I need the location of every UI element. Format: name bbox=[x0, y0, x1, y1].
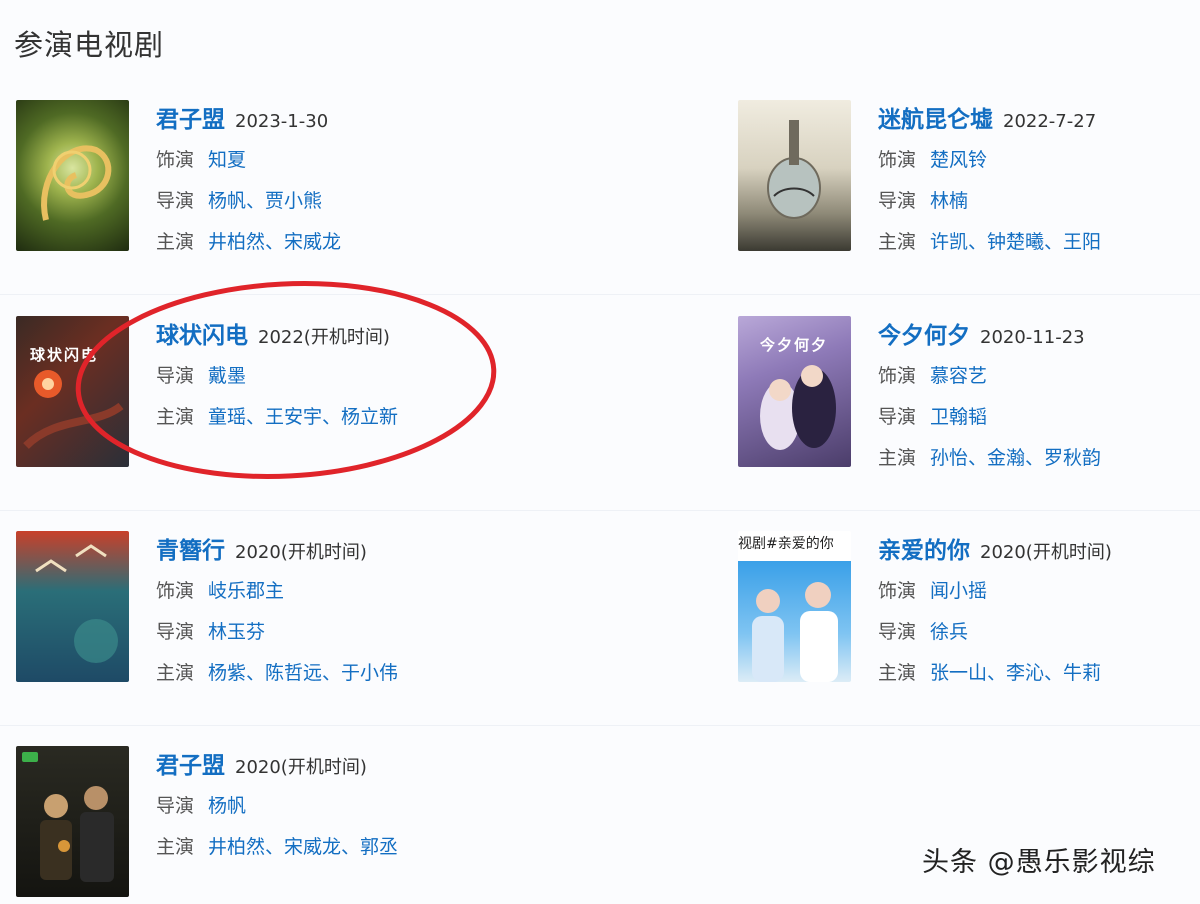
poster-qiuzhuang-shandian[interactable]: 球状闪电 bbox=[16, 316, 129, 467]
director-label: 导演 bbox=[156, 190, 195, 212]
role-value[interactable]: 慕容艺 bbox=[930, 365, 987, 387]
cast-label: 主演 bbox=[878, 662, 917, 684]
director-value[interactable]: 林楠 bbox=[930, 190, 968, 212]
poster-mihang-kunlunxu[interactable] bbox=[738, 100, 851, 251]
director-value[interactable]: 徐兵 bbox=[930, 621, 968, 643]
director-label: 导演 bbox=[156, 365, 195, 387]
work-title[interactable]: 青簪行 bbox=[156, 538, 225, 564]
cast-label: 主演 bbox=[156, 662, 195, 684]
cast-value[interactable]: 井柏然、宋威龙 bbox=[208, 231, 341, 253]
role-label: 饰演 bbox=[878, 580, 917, 602]
poster-title-text: 今夕何夕 bbox=[760, 336, 829, 354]
role-value[interactable]: 知夏 bbox=[208, 149, 246, 171]
role-value[interactable]: 闻小摇 bbox=[930, 580, 987, 602]
poster-junzimeng-2023[interactable] bbox=[16, 100, 129, 251]
work-date: 2023-1-30 bbox=[235, 111, 329, 132]
row-divider bbox=[0, 510, 1200, 511]
cast-value[interactable]: 杨紫、陈哲远、于小伟 bbox=[208, 662, 398, 684]
director-label: 导演 bbox=[878, 190, 917, 212]
work-title[interactable]: 君子盟 bbox=[156, 753, 225, 779]
cast-value[interactable]: 张一山、李沁、牛莉 bbox=[930, 662, 1101, 684]
work-date: 2020(开机时间) bbox=[235, 757, 367, 778]
role-value[interactable]: 楚风铃 bbox=[930, 149, 987, 171]
poster-caption: 视剧#亲爱的你 bbox=[738, 531, 851, 557]
cast-label: 主演 bbox=[878, 231, 917, 253]
director-label: 导演 bbox=[878, 621, 917, 643]
row-divider bbox=[0, 725, 1200, 726]
cast-value[interactable]: 井柏然、宋威龙、郭丞 bbox=[208, 836, 398, 858]
cast-label: 主演 bbox=[156, 406, 195, 428]
director-label: 导演 bbox=[156, 621, 195, 643]
director-label: 导演 bbox=[156, 795, 195, 817]
director-value[interactable]: 杨帆、贾小熊 bbox=[208, 190, 322, 212]
director-label: 导演 bbox=[878, 406, 917, 428]
director-value[interactable]: 杨帆 bbox=[208, 795, 246, 817]
section-title: 参演电视剧 bbox=[14, 28, 165, 62]
role-label: 饰演 bbox=[156, 580, 195, 602]
work-title[interactable]: 亲爱的你 bbox=[878, 538, 970, 564]
cast-value[interactable]: 孙怡、金瀚、罗秋韵 bbox=[930, 447, 1101, 469]
work-date: 2020(开机时间) bbox=[235, 542, 367, 563]
role-label: 饰演 bbox=[156, 149, 195, 171]
work-title[interactable]: 迷航昆仑墟 bbox=[878, 107, 993, 133]
role-label: 饰演 bbox=[878, 149, 917, 171]
director-value[interactable]: 林玉芬 bbox=[208, 621, 265, 643]
cast-value[interactable]: 童瑶、王安宇、杨立新 bbox=[208, 406, 398, 428]
director-value[interactable]: 卫翰韬 bbox=[930, 406, 987, 428]
watermark-text: 头条 @愚乐影视综 bbox=[922, 847, 1156, 878]
row-divider bbox=[0, 294, 1200, 295]
poster-jinxi-hexi[interactable]: 今夕何夕 bbox=[738, 316, 851, 467]
cast-label: 主演 bbox=[878, 447, 917, 469]
work-date: 2020(开机时间) bbox=[980, 542, 1112, 563]
cast-label: 主演 bbox=[156, 836, 195, 858]
poster-title-text: 球状闪电 bbox=[30, 346, 99, 364]
work-date: 2020-11-23 bbox=[980, 327, 1085, 348]
work-title[interactable]: 球状闪电 bbox=[156, 323, 248, 349]
cast-label: 主演 bbox=[156, 231, 195, 253]
work-title[interactable]: 君子盟 bbox=[156, 107, 225, 133]
role-label: 饰演 bbox=[878, 365, 917, 387]
cast-value[interactable]: 许凯、钟楚曦、王阳 bbox=[930, 231, 1101, 253]
work-date: 2022-7-27 bbox=[1003, 111, 1097, 132]
work-date: 2022(开机时间) bbox=[258, 327, 390, 348]
poster-qinai-deni[interactable]: 视剧#亲爱的你 bbox=[738, 531, 851, 682]
work-title[interactable]: 今夕何夕 bbox=[878, 323, 970, 349]
director-value[interactable]: 戴墨 bbox=[208, 365, 246, 387]
poster-qingzanxing[interactable] bbox=[16, 531, 129, 682]
role-value[interactable]: 岐乐郡主 bbox=[208, 580, 284, 602]
poster-junzimeng-2020[interactable] bbox=[16, 746, 129, 897]
